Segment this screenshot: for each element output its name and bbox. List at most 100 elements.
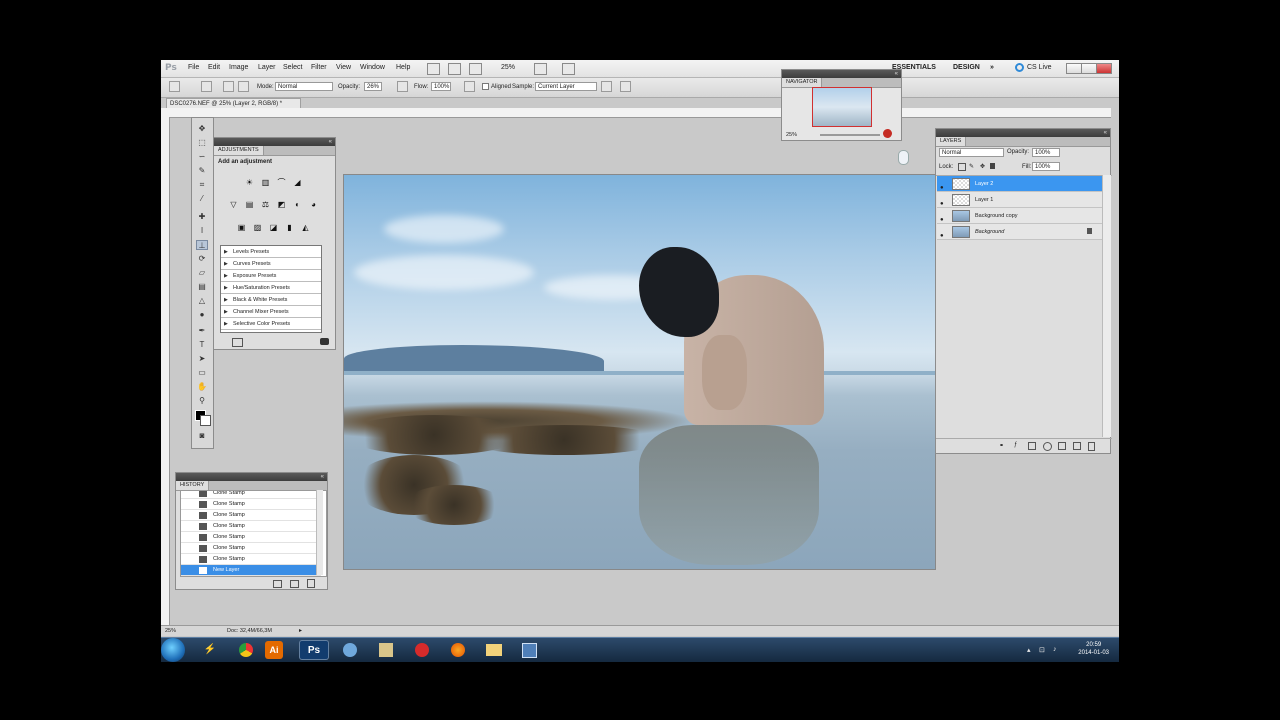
extras-icon[interactable] — [469, 63, 482, 75]
history-scrollbar[interactable] — [316, 490, 323, 575]
clone-stamp-icon[interactable]: ⊥ — [196, 240, 208, 250]
layer-row-background-copy[interactable]: ● Background copy — [937, 208, 1102, 224]
layer-row-background[interactable]: ● Background — [937, 224, 1102, 240]
history-item[interactable]: Clone Stamp — [181, 521, 321, 532]
history-item[interactable]: Clone Stamp — [181, 543, 321, 554]
photo-filter-icon[interactable]: ◐ — [292, 200, 303, 210]
layer-style-icon[interactable]: ƒ — [1014, 442, 1017, 448]
mode-select[interactable]: Normal — [275, 82, 333, 91]
app-icon[interactable] — [371, 640, 401, 660]
preset-exposure[interactable]: ▶ Exposure Presets — [221, 270, 321, 282]
collapse-icon[interactable]: « — [895, 70, 898, 78]
hue-saturation-icon[interactable]: ▤ — [244, 200, 255, 210]
layers-scrollbar[interactable] — [1102, 175, 1111, 437]
group-folder-icon[interactable] — [1058, 442, 1066, 450]
preset-curves[interactable]: ▶ Curves Presets — [221, 258, 321, 270]
expand-arrow-icon[interactable]: ▶ — [224, 246, 228, 258]
new-layer-icon[interactable] — [1073, 442, 1081, 450]
layer-row-layer-2[interactable]: ● Layer 2 — [937, 176, 1102, 192]
curves-icon[interactable]: ⌒ — [276, 178, 287, 188]
pen-icon[interactable]: ✒ — [196, 326, 208, 336]
lock-position-icon[interactable]: ✥ — [980, 163, 985, 170]
history-item[interactable]: Clone Stamp — [181, 554, 321, 565]
start-button[interactable] — [161, 638, 185, 662]
color-balance-icon[interactable]: ⚖ — [260, 200, 271, 210]
status-zoom[interactable]: 25% — [165, 626, 176, 636]
posterize-icon[interactable]: ▨ — [252, 223, 263, 233]
preset-levels[interactable]: ▶ Levels Presets — [221, 246, 321, 258]
adjustment-layer-icon[interactable] — [1043, 442, 1052, 451]
link-layers-icon[interactable]: ⚭ — [999, 442, 1004, 449]
tab-layers[interactable]: LAYERS — [936, 137, 967, 146]
new-document-icon[interactable] — [290, 580, 299, 588]
shape-icon[interactable]: ▭ — [196, 368, 208, 378]
layer-mask-icon[interactable] — [1028, 442, 1036, 450]
thunderbird-icon[interactable] — [335, 640, 365, 660]
history-item[interactable]: Clone Stamp — [181, 510, 321, 521]
menu-help[interactable]: Help — [396, 64, 410, 71]
visibility-eye-icon[interactable]: ● — [940, 228, 944, 244]
document-tab[interactable]: DSC0276.NEF @ 25% (Layer 2, RGB/8) * — [166, 98, 301, 108]
background-color[interactable] — [200, 415, 211, 426]
firefox-icon[interactable] — [443, 640, 473, 660]
invert-icon[interactable]: ▣ — [236, 223, 247, 233]
network-icon[interactable]: ⊡ — [1039, 646, 1045, 654]
document-canvas[interactable] — [343, 174, 936, 570]
more-workspaces-icon[interactable]: » — [990, 64, 994, 71]
healing-icon[interactable]: ✚ — [196, 212, 208, 222]
path-select-icon[interactable]: ➤ — [196, 354, 208, 364]
quick-mask-icon[interactable]: ◙ — [196, 431, 208, 441]
cs-live-button[interactable]: CS Live — [1027, 64, 1052, 71]
trash-icon[interactable] — [1088, 442, 1095, 451]
zoom-slider[interactable] — [820, 134, 880, 136]
menu-view[interactable]: View — [336, 64, 351, 71]
taskbar-app-icon[interactable]: ⚡ — [195, 640, 225, 660]
lock-transparency-icon[interactable] — [958, 163, 966, 171]
black-white-icon[interactable]: ◩ — [276, 200, 287, 210]
opacity-input[interactable]: 26% — [364, 82, 382, 91]
explorer-folder-icon[interactable] — [479, 640, 509, 660]
maximize-button[interactable] — [1081, 63, 1097, 74]
expand-arrow-icon[interactable]: ▶ — [224, 318, 228, 330]
save-disk-icon[interactable] — [514, 640, 544, 660]
minimize-button[interactable] — [1066, 63, 1082, 74]
preset-channel-mixer[interactable]: ▶ Channel Mixer Presets — [221, 306, 321, 318]
levels-icon[interactable]: ▥ — [260, 178, 271, 188]
menu-select[interactable]: Select — [283, 64, 302, 71]
blend-mode-select[interactable]: Normal — [939, 148, 1004, 157]
collapse-icon[interactable]: « — [321, 473, 324, 481]
clock[interactable]: 20:59 2014-01-03 — [1078, 641, 1109, 657]
eraser-icon[interactable]: ▱ — [196, 268, 208, 278]
navigator-preview[interactable] — [812, 87, 872, 127]
menu-image[interactable]: Image — [229, 64, 248, 71]
toggle-brush-panel-icon[interactable] — [238, 81, 249, 92]
history-item[interactable]: Clone Stamp — [181, 532, 321, 543]
illustrator-icon[interactable]: Ai — [265, 641, 283, 659]
zoom-in-icon[interactable] — [883, 129, 892, 138]
history-item[interactable]: Clone Stamp — [181, 491, 321, 499]
clone-source-icon[interactable] — [223, 81, 234, 92]
horizontal-ruler[interactable] — [161, 108, 1111, 118]
gradient-map-icon[interactable]: ▮ — [284, 223, 295, 233]
new-snapshot-icon[interactable] — [273, 580, 282, 588]
clip-icon[interactable] — [232, 338, 243, 347]
menu-file[interactable]: File — [188, 64, 199, 71]
zoom-level[interactable]: 25% — [501, 64, 515, 71]
dodge-icon[interactable]: ● — [196, 310, 208, 320]
pressure-size-icon[interactable] — [620, 81, 631, 92]
lasso-icon[interactable]: ∽ — [196, 152, 208, 162]
status-arrow-icon[interactable]: ▸ — [299, 626, 302, 636]
opera-icon[interactable] — [407, 640, 437, 660]
volume-icon[interactable]: ♪ — [1053, 646, 1057, 653]
panel-options-icon[interactable] — [320, 338, 329, 345]
eyedropper-icon[interactable]: ⁄ — [196, 194, 208, 204]
vibrance-icon[interactable]: ▽ — [228, 200, 239, 210]
menu-edit[interactable]: Edit — [208, 64, 220, 71]
fill-input[interactable]: 100% — [1032, 162, 1060, 171]
tab-navigator[interactable]: NAVIGATOR — [782, 78, 823, 87]
channel-mixer-icon[interactable]: ◕ — [308, 200, 319, 210]
history-item[interactable]: Clone Stamp — [181, 499, 321, 510]
expand-arrow-icon[interactable]: ▶ — [224, 270, 228, 282]
pressure-opacity-icon[interactable] — [397, 81, 408, 92]
preset-selective-color[interactable]: ▶ Selective Color Presets — [221, 318, 321, 330]
